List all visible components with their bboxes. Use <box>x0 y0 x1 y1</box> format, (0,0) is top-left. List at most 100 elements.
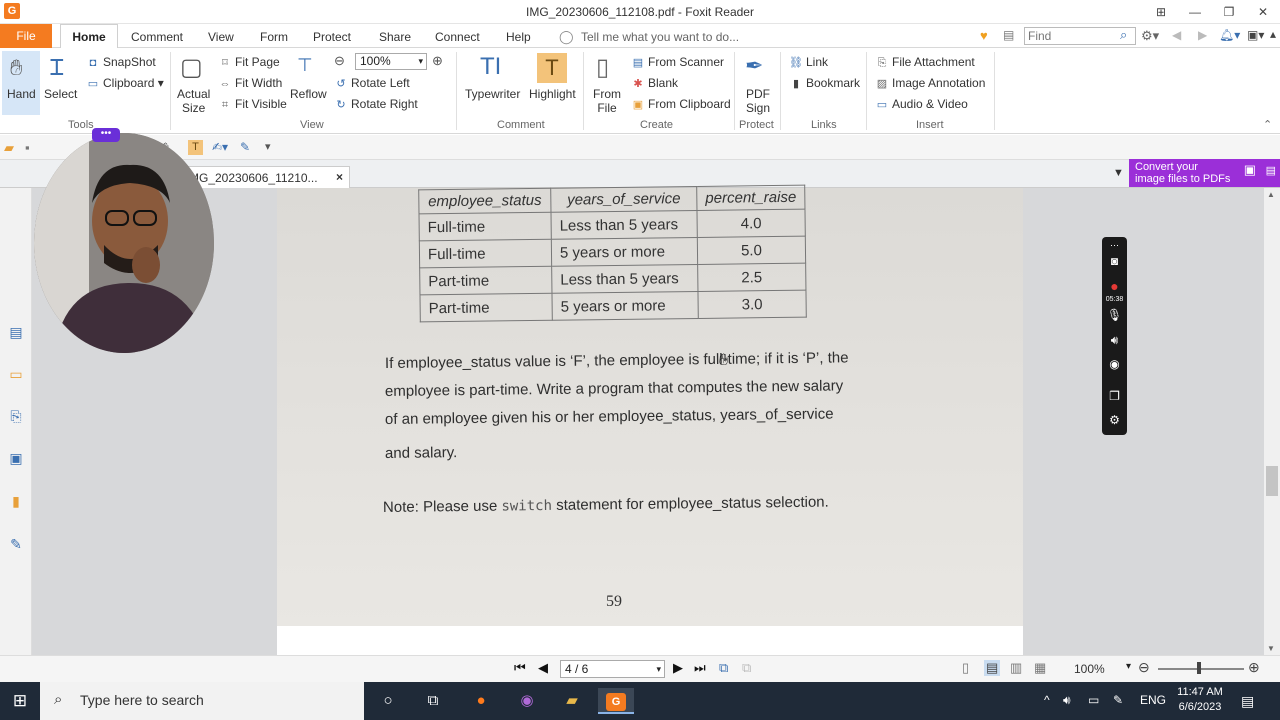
zoom-select[interactable]: 100% ▾ <box>355 53 427 70</box>
open-folder-icon[interactable]: ▰ <box>4 140 14 156</box>
ribbon-expand-icon[interactable]: ⌃ <box>1263 118 1272 131</box>
close-tab-icon[interactable]: × <box>336 170 343 184</box>
microphone-icon[interactable]: 🎙︎ <box>1102 308 1127 322</box>
zoom-in-icon[interactable]: ⊕ <box>432 53 443 69</box>
ribbon-collapse-icon[interactable]: ▴ <box>1270 27 1276 41</box>
last-page-icon[interactable]: ⏭ <box>694 660 706 676</box>
actual-size-button[interactable]: Actual Size <box>177 87 210 115</box>
convert-promo-banner[interactable]: Convert your image files to PDFs ▣ ▤ <box>1129 159 1280 187</box>
snapshot-button[interactable]: ◘ SnapShot <box>86 55 156 69</box>
single-page-icon[interactable]: ▯ <box>962 660 969 676</box>
zoom-slider-thumb[interactable] <box>1197 662 1201 674</box>
pen-icon[interactable]: ✎ <box>1113 693 1123 707</box>
foxit-taskbar-icon[interactable]: G <box>598 688 634 714</box>
scroll-down-icon[interactable]: ▼ <box>1267 644 1275 653</box>
file-explorer-icon[interactable]: ▰ <box>554 688 590 714</box>
find-options-icon[interactable]: ▤ <box>1003 28 1014 42</box>
tab-list-dropdown-icon[interactable]: ▼ <box>1113 167 1124 179</box>
rotate-right-button[interactable]: ↻ Rotate Right <box>334 97 417 111</box>
tab-protect[interactable]: Protect <box>313 30 351 44</box>
continuous-page-icon[interactable]: ▤ <box>984 660 1001 676</box>
page-number-input[interactable]: 4 / 6 ▾ <box>560 660 665 678</box>
camera-icon[interactable]: ◙ <box>1102 254 1127 268</box>
next-view-icon[interactable]: ⧉ <box>742 660 751 676</box>
audio-video-button[interactable]: ▭ Audio & Video <box>875 97 968 111</box>
highlight-small-icon[interactable]: T <box>188 140 203 155</box>
vertical-scrollbar[interactable] <box>1264 188 1280 655</box>
volume-icon[interactable]: 🔊︎ <box>1063 693 1071 708</box>
image-annotation-button[interactable]: ▨ Image Annotation <box>875 76 986 90</box>
file-attachment-button[interactable]: ⎘ File Attachment <box>875 55 975 70</box>
network-icon[interactable]: ▭ <box>1088 693 1099 707</box>
notification-center-icon[interactable]: ▤ <box>1241 693 1254 710</box>
blank-button[interactable]: ✱ Blank <box>631 76 678 90</box>
restore-layout-icon[interactable]: ⊞ <box>1148 3 1174 21</box>
customize-toolbar-icon[interactable]: ▾ <box>265 140 271 153</box>
tab-file[interactable]: File <box>0 24 52 48</box>
recorder-grip-icon[interactable]: ⋯ <box>1102 240 1127 251</box>
attachments-icon[interactable]: ⎘ <box>6 408 26 428</box>
signatures-icon[interactable]: ▣ <box>6 450 26 470</box>
next-page-icon[interactable]: ▶ <box>673 660 683 676</box>
gear-icon[interactable]: ⚙▾ <box>1141 28 1159 44</box>
zoom-level[interactable]: 100% <box>1074 662 1105 676</box>
from-clipboard-button[interactable]: ▣ From Clipboard <box>631 97 731 111</box>
from-scanner-button[interactable]: ▤ From Scanner <box>631 55 724 69</box>
webcam-menu-button[interactable]: ••• <box>92 128 120 142</box>
settings-gear-icon[interactable]: ⚙ <box>1102 413 1127 427</box>
zoom-dropdown-icon[interactable]: ▾ <box>1126 661 1131 672</box>
rotate-left-button[interactable]: ↺ Rotate Left <box>334 76 409 90</box>
tab-form[interactable]: Form <box>260 30 288 44</box>
cortana-icon[interactable]: ○ <box>370 688 406 714</box>
record-icon[interactable]: ● <box>1102 278 1127 294</box>
windows-icon[interactable]: ❐ <box>1102 389 1127 403</box>
typewriter-button[interactable]: Typewriter <box>465 87 520 101</box>
minimize-button[interactable]: — <box>1182 3 1208 21</box>
notification-bell-icon[interactable]: 🔔︎▾ <box>1219 28 1240 42</box>
tab-connect[interactable]: Connect <box>435 30 480 44</box>
zoom-in-icon[interactable]: ⊕ <box>1248 659 1260 676</box>
webcam-icon[interactable]: ◉ <box>1102 357 1127 371</box>
tab-help[interactable]: Help <box>506 30 531 44</box>
tab-share[interactable]: Share <box>379 30 411 44</box>
forward-arrow-icon[interactable]: ▶ <box>1198 28 1207 42</box>
firefox-icon[interactable]: ● <box>463 688 499 714</box>
pdf-sign-button[interactable]: PDF Sign <box>746 87 770 115</box>
bookmark-button[interactable]: ▮ Bookmark <box>789 76 860 90</box>
recorder-app-icon[interactable]: ◉ <box>509 688 545 714</box>
comments-icon[interactable]: ▭ <box>6 366 26 386</box>
tab-home[interactable]: Home <box>60 24 118 49</box>
save-icon[interactable]: ▪ <box>25 140 30 155</box>
search-icon[interactable]: ⌕ <box>1120 27 1127 43</box>
clock[interactable]: 11:47 AM 6/6/2023 <box>1170 685 1230 715</box>
zoom-out-icon[interactable]: ⊖ <box>1138 659 1150 676</box>
previous-view-icon[interactable]: ⧉ <box>719 660 728 676</box>
pen-small-icon[interactable]: ✎ <box>240 140 250 154</box>
taskbar-search[interactable]: ⌕ Type here to search <box>40 682 364 720</box>
previous-page-icon[interactable]: ◀ <box>538 660 548 676</box>
facing-pages-icon[interactable]: ▥ <box>1010 660 1022 676</box>
security-lock-icon[interactable]: ▮ <box>6 493 26 513</box>
heart-icon[interactable]: ♥ <box>980 28 988 43</box>
continuous-facing-icon[interactable]: ▦ <box>1034 660 1046 676</box>
first-page-icon[interactable]: ⏮ <box>514 660 526 676</box>
sign-small-icon[interactable]: ✍︎▾ <box>212 140 228 154</box>
tab-comment[interactable]: Comment <box>131 30 183 44</box>
fit-visible-button[interactable]: ⌗ Fit Visible <box>218 97 287 112</box>
scroll-up-icon[interactable]: ▲ <box>1267 190 1275 199</box>
task-view-icon[interactable]: ⧉ <box>415 688 451 714</box>
tab-view[interactable]: View <box>208 30 234 44</box>
zoom-out-icon[interactable]: ⊖ <box>334 53 345 69</box>
fit-width-button[interactable]: ⇔ Fit Width <box>218 76 283 90</box>
windows-start-icon[interactable]: ⊞ <box>0 682 40 720</box>
document-tab[interactable]: MG_20230606_11210... × <box>180 166 350 188</box>
speaker-icon[interactable]: 🔊︎ <box>1102 333 1127 348</box>
user-account-icon[interactable]: ▣▾ <box>1247 28 1264 42</box>
tell-me-search[interactable]: Tell me what you want to do... <box>581 30 739 44</box>
maximize-button[interactable]: ❐ <box>1216 3 1242 21</box>
scrollbar-thumb[interactable] <box>1266 466 1278 496</box>
zoom-slider[interactable] <box>1158 668 1244 670</box>
fit-page-button[interactable]: ⌑ Fit Page <box>218 55 280 69</box>
pen-tools-icon[interactable]: ✎ <box>6 536 26 556</box>
layers-icon[interactable]: ▤ <box>6 324 26 344</box>
